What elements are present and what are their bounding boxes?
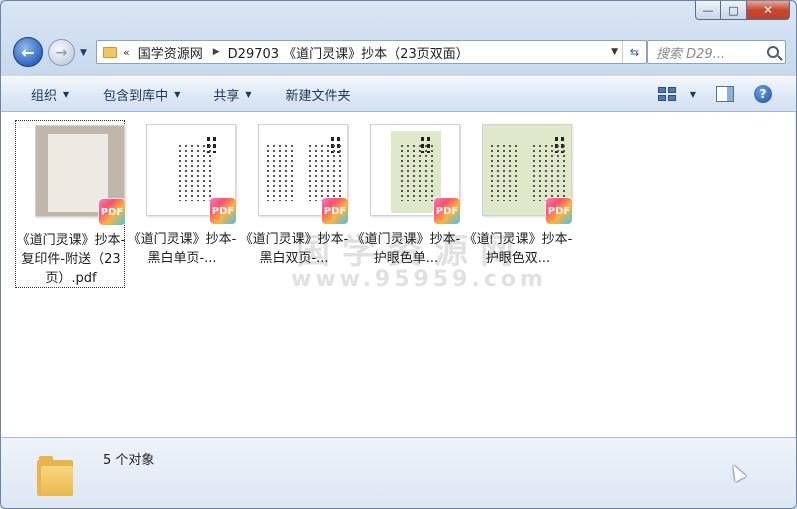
organize-button[interactable]: 组织 ▼ <box>31 85 69 104</box>
arrow-right-icon: → <box>55 44 68 61</box>
view-options-dropdown[interactable]: ▼ <box>690 90 696 99</box>
minimize-button[interactable]: — <box>695 1 721 20</box>
file-name[interactable]: 《道门灵课》抄本-复印件-附送（23页）.pdf <box>16 231 126 288</box>
search-box[interactable]: 搜索 D29... <box>647 40 786 64</box>
breadcrumb-separator-icon[interactable]: ▶ <box>213 47 220 57</box>
file-item[interactable]: PDF 《道门灵课》抄本-复印件-附送（23页）.pdf <box>15 120 125 288</box>
new-folder-label: 新建文件夹 <box>285 88 351 104</box>
recent-pages-dropdown[interactable]: ▼ <box>80 48 87 58</box>
address-bar[interactable]: « 国学资源网 ▶ D29703 《道门灵课》抄本（23页双面） ▼ ⇆ <box>96 40 647 64</box>
breadcrumb-item-2[interactable]: D29703 《道门灵课》抄本（23页双面） <box>228 43 469 62</box>
search-input[interactable]: 搜索 D29... <box>656 43 725 62</box>
file-item[interactable]: PDF 《道门灵课》抄本-护眼色单... <box>351 120 461 288</box>
refresh-icon: ⇆ <box>629 45 640 59</box>
file-item[interactable]: PDF 《道门灵课》抄本-护眼色双... <box>463 120 573 288</box>
address-dropdown-icon[interactable]: ▼ <box>611 47 618 57</box>
pdf-icon: PDF <box>434 198 460 224</box>
pdf-icon: PDF <box>546 198 572 224</box>
chevron-down-icon: ▼ <box>174 89 181 99</box>
address-overflow-chevron[interactable]: « <box>123 46 130 59</box>
share-button[interactable]: 共享 ▼ <box>213 85 251 104</box>
preview-pane-icon[interactable] <box>716 86 734 102</box>
search-icon[interactable] <box>767 46 779 58</box>
close-button[interactable]: ✕ <box>747 1 790 20</box>
view-controls: ▼ ? <box>657 77 796 111</box>
refresh-button[interactable]: ⇆ <box>622 41 646 63</box>
help-icon[interactable]: ? <box>754 85 772 103</box>
file-item[interactable]: PDF 《道门灵课》抄本-黑白单页-... <box>127 120 237 288</box>
file-name[interactable]: 《道门灵课》抄本-黑白单页-... <box>127 230 237 268</box>
file-name[interactable]: 《道门灵课》抄本-护眼色双... <box>463 230 573 268</box>
navigation-row: ← → ▼ « 国学资源网 ▶ D29703 《道门灵课》抄本（23页双面） ▼… <box>9 34 788 70</box>
maximize-button[interactable]: □ <box>721 1 747 20</box>
folder-icon <box>37 456 73 496</box>
caption-buttons: — □ ✕ <box>695 1 790 20</box>
include-in-library-label: 包含到库中 <box>103 88 169 104</box>
file-item[interactable]: PDF 《道门灵课》抄本-黑白双页-... <box>239 120 349 288</box>
folder-icon <box>103 46 117 58</box>
forward-button[interactable]: → <box>48 39 75 66</box>
include-in-library-button[interactable]: 包含到库中 ▼ <box>103 85 180 104</box>
new-folder-button[interactable]: 新建文件夹 <box>286 85 351 104</box>
organize-label: 组织 <box>31 88 58 104</box>
file-list-area[interactable]: 国学资源网 www.95959.com PDF 《道门灵课》抄本-复印件-附送（… <box>1 112 796 437</box>
pdf-icon: PDF <box>322 198 348 224</box>
details-pane: 5 个对象 <box>1 437 796 508</box>
chevron-down-icon: ▼ <box>63 89 70 99</box>
content-edge <box>795 112 796 437</box>
file-name[interactable]: 《道门灵课》抄本-黑白双页-... <box>239 230 349 268</box>
back-button[interactable]: ← <box>13 37 43 67</box>
explorer-window: — □ ✕ ← → ▼ « 国学资源网 ▶ D29703 《道门灵课》抄本（23… <box>0 0 797 509</box>
chevron-down-icon: ▼ <box>245 89 252 99</box>
item-count: 5 个对象 <box>103 453 155 468</box>
file-name[interactable]: 《道门灵课》抄本-护眼色单... <box>351 230 461 268</box>
pdf-icon: PDF <box>210 198 236 224</box>
arrow-left-icon: ← <box>21 42 35 62</box>
breadcrumb-item-1[interactable]: 国学资源网 <box>138 43 203 62</box>
command-bar: 组织 ▼ 包含到库中 ▼ 共享 ▼ 新建文件夹 ▼ ? <box>1 76 796 112</box>
pdf-icon: PDF <box>99 199 125 225</box>
change-view-icon[interactable] <box>657 87 676 101</box>
share-label: 共享 <box>213 88 240 104</box>
